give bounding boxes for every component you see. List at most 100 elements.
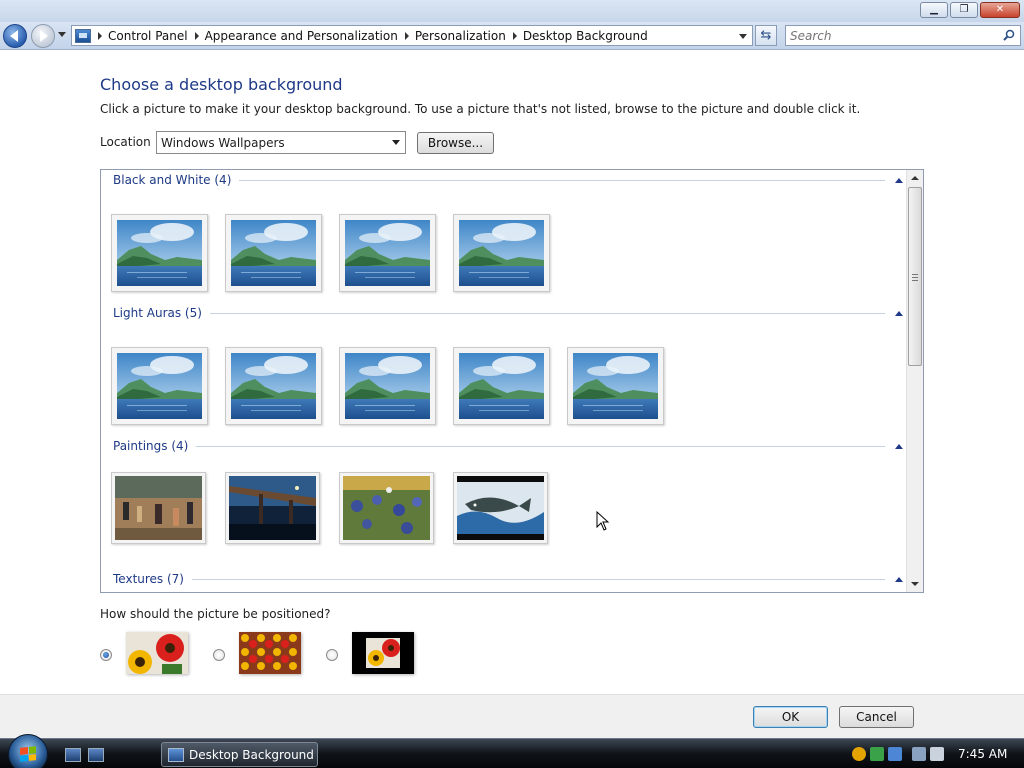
wallpaper-image xyxy=(345,220,430,286)
group-title: Light Auras (5) xyxy=(113,306,202,320)
group-divider xyxy=(239,179,885,181)
dropdown-arrow-icon[interactable] xyxy=(387,132,405,153)
painting-thumbnail-seurat[interactable] xyxy=(111,472,206,544)
wallpaper-thumbnail[interactable] xyxy=(453,347,550,425)
flower-center-image xyxy=(352,632,414,674)
address-history-dropdown-icon[interactable] xyxy=(739,34,747,39)
recent-pages-dropdown[interactable] xyxy=(58,32,66,37)
wallpaper-image xyxy=(459,353,544,419)
page-title: Choose a desktop background xyxy=(100,75,343,94)
breadcrumb-separator-icon[interactable] xyxy=(512,31,517,40)
volume-muted-icon[interactable] xyxy=(930,747,944,761)
position-question: How should the picture be positioned? xyxy=(100,607,331,621)
caption-buttons: ▁ ❐ ✕ xyxy=(920,2,1020,18)
maximize-icon: ❐ xyxy=(959,4,969,15)
security-shield-icon[interactable] xyxy=(852,747,866,761)
breadcrumb-separator-icon[interactable] xyxy=(194,31,199,40)
system-tray: 7:45 AM xyxy=(852,739,1024,768)
breadcrumb-separator-icon[interactable] xyxy=(98,31,102,40)
position-tile-preview[interactable] xyxy=(239,632,301,674)
wallpaper-thumbnail[interactable] xyxy=(567,347,664,425)
breadcrumb-desktop-background[interactable]: Desktop Background xyxy=(523,29,648,43)
wallpaper-thumbnail[interactable] xyxy=(111,347,208,425)
browse-button[interactable]: Browse... xyxy=(417,132,494,154)
refresh-icon: ⇆ xyxy=(760,28,772,43)
start-button[interactable] xyxy=(8,734,48,768)
position-center-preview[interactable] xyxy=(352,632,414,674)
painting-thumbnail-irises[interactable] xyxy=(339,472,434,544)
collapse-chevron-icon[interactable] xyxy=(895,310,903,316)
wallpaper-thumbnail[interactable] xyxy=(225,347,322,425)
breadcrumb-personalization[interactable]: Personalization xyxy=(415,29,506,43)
group-header-light-auras[interactable]: Light Auras (5) xyxy=(113,305,903,321)
wallpaper-thumbnail[interactable] xyxy=(339,214,436,292)
search-box[interactable] xyxy=(785,25,1021,46)
wallpaper-thumbnail[interactable] xyxy=(339,347,436,425)
show-desktop-icon[interactable] xyxy=(65,748,81,762)
address-bar[interactable]: Control Panel Appearance and Personaliza… xyxy=(71,25,753,46)
clock[interactable]: 7:45 AM xyxy=(958,747,1007,761)
group-title: Paintings (4) xyxy=(113,439,189,453)
breadcrumb-separator-icon[interactable] xyxy=(404,31,409,40)
painting-image xyxy=(457,476,544,540)
control-panel-icon xyxy=(168,747,184,762)
search-icon[interactable] xyxy=(1003,29,1015,41)
wallpaper-image xyxy=(231,353,316,419)
search-input[interactable] xyxy=(786,26,996,45)
group-header-textures[interactable]: Textures (7) xyxy=(113,571,903,587)
wallpaper-image xyxy=(459,220,544,286)
close-icon: ✕ xyxy=(995,4,1005,15)
title-bar: ▁ ❐ ✕ xyxy=(0,0,1024,22)
ok-button[interactable]: OK xyxy=(753,706,828,728)
wallpaper-image xyxy=(573,353,658,419)
gallery-scrollbar[interactable] xyxy=(906,170,923,592)
position-center-radio[interactable] xyxy=(326,649,338,661)
painting-image xyxy=(115,476,202,540)
taskbar-button-desktop-background[interactable]: Desktop Background xyxy=(161,742,318,767)
location-dropdown[interactable]: Windows Wallpapers xyxy=(156,131,406,154)
refresh-button[interactable]: ⇆ xyxy=(755,25,777,46)
update-icon[interactable] xyxy=(870,747,884,761)
wallpaper-image xyxy=(117,220,202,286)
back-button[interactable] xyxy=(3,24,27,48)
grip-icon xyxy=(912,274,918,281)
forward-button[interactable] xyxy=(31,24,55,48)
taskbar-button-label: Desktop Background xyxy=(189,747,314,762)
wallpaper-gallery[interactable]: Black and White (4) Light Auras (5) Pain… xyxy=(100,169,924,593)
scroll-down-arrow-icon[interactable] xyxy=(911,582,919,586)
control-panel-icon xyxy=(75,28,91,43)
painting-thumbnail-carp[interactable] xyxy=(453,472,548,544)
taskbar: Desktop Background 7:45 AM xyxy=(0,734,1024,768)
wallpaper-thumbnail[interactable] xyxy=(225,214,322,292)
wallpaper-thumbnail[interactable] xyxy=(111,214,208,292)
maximize-button[interactable]: ❐ xyxy=(950,2,978,18)
scrollbar-thumb[interactable] xyxy=(908,187,922,366)
minimize-button[interactable]: ▁ xyxy=(920,2,948,18)
switch-windows-icon[interactable] xyxy=(88,748,104,762)
group-divider xyxy=(196,445,885,447)
wallpaper-image xyxy=(231,220,316,286)
position-fit-radio[interactable] xyxy=(100,649,112,661)
wallpaper-thumbnail[interactable] xyxy=(453,214,550,292)
position-tile-radio[interactable] xyxy=(213,649,225,661)
group-header-black-and-white[interactable]: Black and White (4) xyxy=(113,172,903,188)
navigation-bar: Control Panel Appearance and Personaliza… xyxy=(0,22,1024,50)
painting-thumbnail-bridge[interactable] xyxy=(225,472,320,544)
minimize-icon: ▁ xyxy=(930,4,938,15)
position-fit-preview[interactable] xyxy=(126,632,188,674)
network-status-icon[interactable] xyxy=(912,747,926,761)
cancel-button[interactable]: Cancel xyxy=(839,706,914,728)
collapse-chevron-icon[interactable] xyxy=(895,443,903,449)
close-button[interactable]: ✕ xyxy=(980,2,1020,18)
breadcrumb-control-panel[interactable]: Control Panel xyxy=(108,29,188,43)
network-icon[interactable] xyxy=(888,747,902,761)
page-description: Click a picture to make it your desktop … xyxy=(100,102,861,116)
collapse-chevron-icon[interactable] xyxy=(895,576,903,582)
group-header-paintings[interactable]: Paintings (4) xyxy=(113,438,903,454)
breadcrumb-appearance[interactable]: Appearance and Personalization xyxy=(205,29,398,43)
group-title: Black and White (4) xyxy=(113,173,232,187)
collapse-chevron-icon[interactable] xyxy=(895,177,903,183)
mouse-cursor-icon xyxy=(596,511,610,531)
scroll-up-arrow-icon[interactable] xyxy=(911,176,919,180)
flower-tile-image xyxy=(239,632,301,674)
